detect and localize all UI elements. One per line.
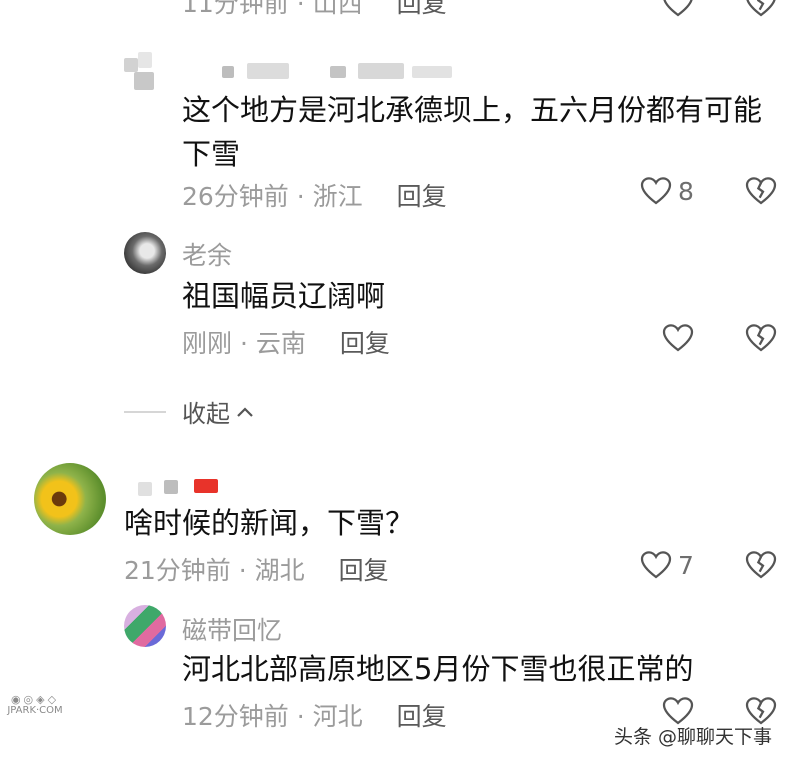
heart-outline-icon [663, 0, 693, 17]
reply-button[interactable]: 回复 [340, 329, 390, 358]
comment-meta: 11分钟前 · 山西 回复 [182, 0, 447, 20]
reply-button[interactable]: 回复 [397, 182, 447, 211]
comment-text: 啥时候的新闻，下雪？ [124, 506, 415, 540]
comment-text: 河北北部高原地区5月份下雪也很正常的 [182, 652, 694, 686]
dislike-button[interactable] [745, 0, 777, 22]
comment-time: 26分钟前 · 浙江 [182, 182, 363, 211]
comment-text: 这个地方是河北承德坝上，五六月份都有可能下雪 [182, 93, 763, 171]
avatar[interactable] [124, 52, 166, 94]
broken-heart-icon [745, 551, 777, 579]
collapse-label: 收起 [182, 400, 230, 428]
reply-button[interactable]: 回复 [397, 0, 447, 18]
collapse-replies-button[interactable]: 收起 [124, 394, 256, 429]
divider [124, 410, 166, 413]
comment-meta: 12分钟前 · 河北 回复 [182, 697, 447, 733]
dislike-button[interactable] [745, 176, 777, 210]
like-button[interactable]: 7 [640, 550, 694, 580]
like-count: 8 [678, 176, 694, 206]
broken-heart-icon [745, 324, 777, 352]
reply-button[interactable]: 回复 [339, 556, 389, 585]
reply-button[interactable]: 回复 [397, 702, 447, 731]
comment-meta: 21分钟前 · 湖北 回复 [124, 551, 389, 587]
dislike-button[interactable] [745, 550, 777, 584]
heart-outline-icon [640, 551, 672, 579]
author-name[interactable]: 老余 [182, 236, 232, 272]
avatar[interactable] [124, 232, 166, 274]
logo-text: JPARK·COM [7, 705, 63, 716]
heart-outline-icon [662, 324, 694, 352]
dislike-button[interactable] [745, 323, 777, 357]
like-button[interactable]: 8 [640, 176, 694, 206]
site-logo: ◉◎◈◇ JPARK·COM [4, 694, 66, 716]
comment-time: 12分钟前 · 河北 [182, 702, 363, 731]
comment-meta: 26分钟前 · 浙江 回复 [182, 177, 447, 213]
heart-outline-icon [640, 177, 672, 205]
author-name[interactable]: 磁带回忆 [182, 611, 282, 647]
blurred-avatar [138, 52, 152, 68]
like-button[interactable] [662, 323, 694, 357]
comment-meta: 刚刚 · 云南 回复 [182, 324, 390, 360]
comment-time: 刚刚 · 云南 [182, 329, 306, 358]
blurred-avatar [124, 58, 138, 72]
comment-time: 11分钟前 · 山西 [182, 0, 363, 18]
broken-heart-icon [746, 0, 776, 17]
like-button[interactable] [662, 0, 694, 22]
avatar[interactable] [124, 605, 166, 647]
chevron-up-icon [237, 406, 253, 417]
avatar[interactable] [34, 463, 106, 535]
blurred-avatar [134, 72, 154, 90]
comment-time: 21分钟前 · 湖北 [124, 556, 305, 585]
like-count: 7 [678, 550, 694, 580]
comment-text: 祖国幅员辽阔啊 [182, 279, 386, 313]
broken-heart-icon [745, 177, 777, 205]
logo-glyphs: ◉◎◈◇ [10, 693, 60, 706]
watermark: 头条 @聊聊天下事 [614, 726, 773, 748]
